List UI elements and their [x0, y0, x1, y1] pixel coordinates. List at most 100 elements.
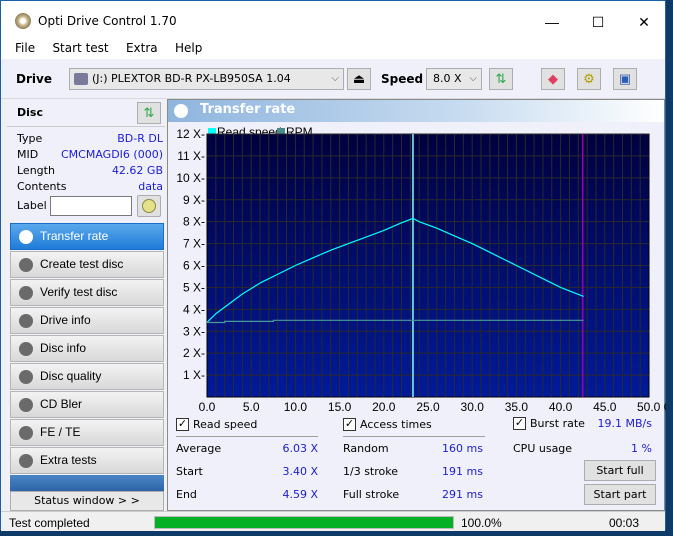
burst-rate-label: Burst rate — [530, 417, 585, 430]
fe-te-icon — [19, 426, 33, 440]
end-value: 4.59 X — [282, 488, 318, 501]
start-part-button[interactable]: Start part — [584, 484, 656, 505]
menu-file[interactable]: File — [1, 35, 40, 55]
x-tick-label: 15.0 — [328, 400, 352, 414]
nav-cd-bler[interactable]: CD Bler — [10, 391, 164, 418]
read-speed-checkbox[interactable]: ✓ — [176, 418, 189, 431]
cd-bler-icon — [19, 398, 33, 412]
disc-type-value: BD-R DL — [117, 132, 163, 145]
status-text: Test completed — [9, 516, 90, 530]
app-disc-icon — [15, 13, 31, 29]
close-button[interactable]: ✕ — [621, 9, 667, 35]
status-bar: Test completed 100.0% 00:03 — [1, 511, 665, 531]
progress-fill — [155, 517, 453, 528]
average-label: Average — [176, 442, 222, 455]
toolbar: Drive (J:) PLEXTOR BD-R PX-LB950SA 1.04 … — [1, 59, 665, 99]
x-tick-label: 5.0 — [243, 400, 260, 414]
access-times-checkbox[interactable]: ✓ — [343, 418, 356, 431]
nav-label: Drive info — [40, 313, 91, 327]
divider — [343, 436, 485, 437]
status-window-button[interactable]: Status window > > — [10, 491, 164, 511]
transfer-rate-icon — [19, 230, 33, 244]
speed-label: Speed — [381, 72, 424, 86]
burst-rate-checkbox[interactable]: ✓ — [513, 417, 526, 430]
menu-bar: File Start test Extra Help — [1, 35, 665, 59]
divider — [176, 436, 318, 437]
extra-tests-icon — [19, 454, 33, 468]
eject-button[interactable]: ⏏ — [347, 68, 371, 90]
panel-header: Transfer rate — [168, 100, 664, 122]
maximize-button[interactable]: ☐ — [575, 9, 621, 35]
app-window: Opti Drive Control 1.70 — ☐ ✕ File Start… — [0, 0, 666, 531]
y-tick-label: 6 X- — [183, 259, 205, 273]
chevron-down-icon: ⌵ — [331, 73, 339, 84]
window-title: Opti Drive Control 1.70 — [38, 14, 177, 28]
sidebar: Disc ⇅ Type BD-R DL MID CMCMAGDI6 (000) Le… — [7, 99, 165, 511]
disc-label-button[interactable] — [137, 195, 161, 217]
x-tick-label: 10.0 — [284, 400, 308, 414]
x-tick-label: 40.0 — [549, 400, 573, 414]
disc-refresh-button[interactable]: ⇅ — [137, 102, 161, 124]
nav-verify-test-disc[interactable]: Verify test disc — [10, 279, 164, 306]
nav-label: FE / TE — [40, 425, 81, 439]
disc-mid-label: MID — [17, 148, 39, 161]
y-tick-label: 3 X- — [183, 324, 205, 338]
disc-length-value: 42.62 GB — [111, 164, 163, 177]
minimize-button[interactable]: — — [529, 9, 575, 35]
drive-info-icon — [19, 314, 33, 328]
erase-button[interactable]: ◆ — [541, 68, 565, 90]
disc-mid-row: MID CMCMAGDI6 (000) — [17, 148, 163, 161]
disc-label-input[interactable] — [50, 196, 132, 216]
nav-transfer-rate[interactable]: Transfer rate — [10, 223, 164, 250]
progress-percent: 100.0% — [461, 516, 502, 530]
transfer-rate-chart: Read speed RPM 1 X-2 X-3 X-4 X-5 X-6 X-7… — [176, 125, 666, 414]
menu-help[interactable]: Help — [166, 35, 207, 55]
save-button[interactable]: ▣ — [613, 68, 637, 90]
panel-title: Transfer rate — [200, 102, 296, 117]
x-tick-label: 30.0 — [461, 400, 485, 414]
elapsed-time: 00:03 — [609, 516, 640, 530]
random-value: 160 ms — [442, 442, 483, 455]
speed-select[interactable]: 8.0 X ⌵ — [426, 68, 482, 90]
x-tick-label: 25.0 — [416, 400, 440, 414]
full-stroke-value: 291 ms — [442, 488, 483, 501]
cpu-usage-value: 1 % — [631, 442, 652, 455]
nav-label: Disc info — [40, 341, 87, 355]
verify-disc-icon — [19, 286, 33, 300]
nav-create-test-disc[interactable]: Create test disc — [10, 251, 164, 278]
disc-heading: Disc — [17, 106, 43, 119]
disc-header: Disc ⇅ — [7, 99, 165, 127]
random-label: Random — [343, 442, 389, 455]
x-tick-label: 50.0 GB — [637, 400, 666, 414]
y-tick-label: 7 X- — [183, 237, 205, 251]
access-times-label: Access times — [360, 418, 432, 431]
eject-icon: ⏏ — [352, 71, 366, 86]
x-tick-label: 45.0 — [593, 400, 617, 414]
settings-button[interactable]: ⚙ — [577, 68, 601, 90]
menu-start-test[interactable]: Start test — [43, 35, 113, 55]
burst-rate-value: 19.1 MB/s — [597, 417, 652, 430]
nav-disc-quality[interactable]: Disc quality — [10, 363, 164, 390]
refresh-button[interactable]: ⇅ — [489, 68, 513, 90]
create-disc-icon — [19, 258, 33, 272]
average-value: 6.03 X — [282, 442, 318, 455]
start-full-button[interactable]: Start full — [584, 460, 656, 481]
nav-disc-info[interactable]: Disc info — [10, 335, 164, 362]
nav-fe-te[interactable]: FE / TE — [10, 419, 164, 446]
floppy-icon: ▣ — [618, 71, 632, 86]
full-stroke-label: Full stroke — [343, 488, 400, 501]
nav-drive-info[interactable]: Drive info — [10, 307, 164, 334]
transfer-rate-panel: Transfer rate Read speed RPM 1 X- 2 X- 3 X… — [167, 99, 666, 511]
nav-label: Disc quality — [40, 369, 102, 383]
title-bar: Opti Drive Control 1.70 — ☐ ✕ — [1, 1, 665, 35]
disc-mid-value: CMCMAGDI6 (000) — [61, 148, 163, 161]
menu-extra[interactable]: Extra — [117, 35, 163, 55]
y-tick-label: 2 X- — [183, 346, 205, 360]
drive-select[interactable]: (J:) PLEXTOR BD-R PX-LB950SA 1.04 ⌵ — [69, 68, 344, 90]
y-tick-label: 1 X- — [183, 368, 205, 382]
nav-extra-tests[interactable]: Extra tests — [10, 447, 164, 474]
disc-quality-icon — [19, 370, 33, 384]
transfer-rate-icon — [174, 104, 188, 118]
start-value: 3.40 X — [282, 465, 318, 478]
disc-icon — [142, 199, 156, 213]
